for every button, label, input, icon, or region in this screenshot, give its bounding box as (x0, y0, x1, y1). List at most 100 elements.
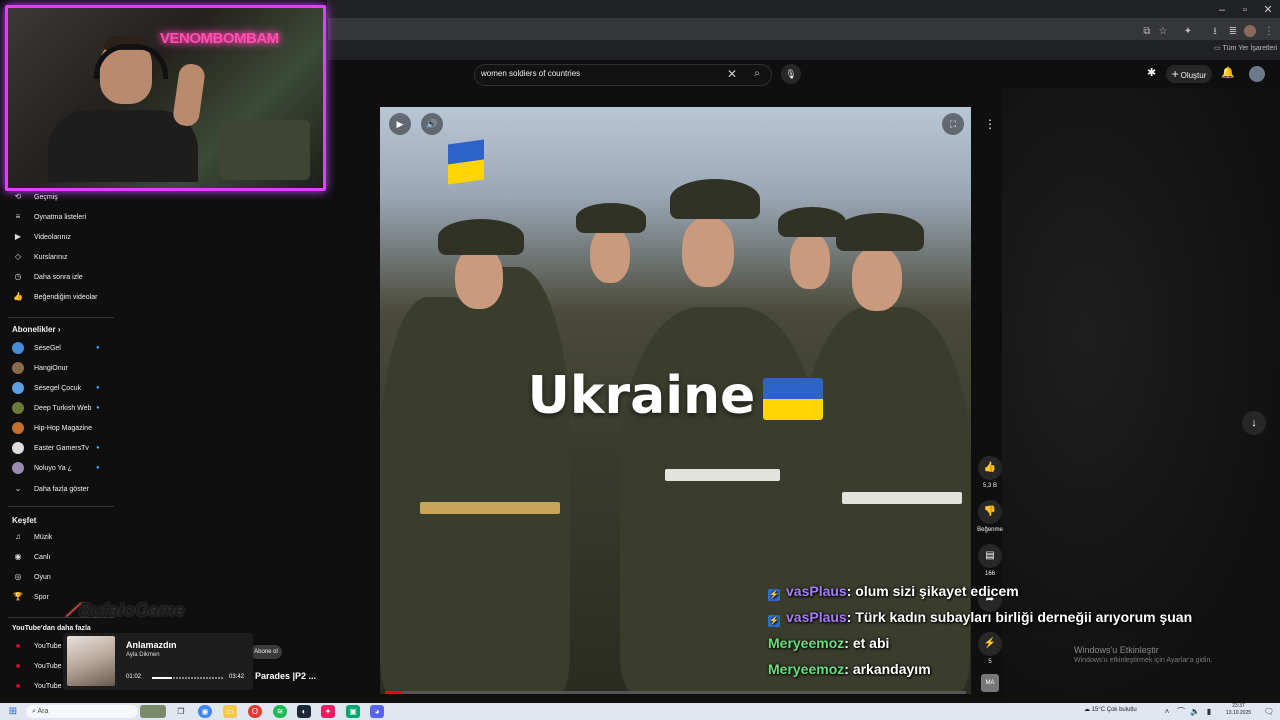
song-title: Anlamazdın (126, 640, 177, 650)
more-options-icon[interactable]: ⋮ (979, 113, 1001, 135)
channel-name: SeseGel (34, 345, 61, 352)
dislike-button[interactable]: 👎 (978, 500, 1002, 524)
chat-username: Meryeemoz (768, 661, 845, 677)
bookmark-star-icon[interactable]: ☆ (1156, 25, 1170, 39)
ukraine-flag (448, 139, 484, 185)
chat-message: ⚡ vasPlaus: Türk kadın subayları birliği … (768, 609, 1192, 627)
windows-start-icon[interactable]: ⊞ (6, 705, 20, 718)
sports-icon: 🏆 (13, 592, 23, 601)
sidebar-item[interactable]: 🏆 Spor (12, 589, 49, 605)
liked-icon: 👍 (13, 292, 23, 301)
subscription-item[interactable]: Noluyo Ya ¿ (12, 461, 72, 477)
account-avatar[interactable] (1249, 66, 1265, 82)
search-icon[interactable]: ⌕ (748, 64, 766, 84)
spotify-icon[interactable]: ≋ (273, 705, 287, 718)
notification-center-icon[interactable]: 🗨 (1262, 705, 1276, 718)
cast-icon[interactable]: ⧉ (1140, 25, 1154, 39)
windows-activation-title: Windows'u Etkinleştir (1074, 645, 1159, 655)
sidebar-item[interactable]: ◉ Canlı (12, 549, 51, 565)
sidebar-item-label: Videolarınız (34, 234, 71, 241)
comments-button[interactable]: ▤ (978, 544, 1002, 568)
sidebar-item[interactable]: ♫ Müzik (12, 529, 52, 545)
soldier-belt (665, 469, 780, 481)
subscription-item[interactable]: Sesegel Çocuk (12, 381, 81, 397)
studio-icon[interactable]: ✱ (1147, 66, 1156, 79)
like-button[interactable]: 👍 (978, 456, 1002, 480)
network-icon[interactable]: ⌒ (1174, 705, 1188, 718)
sidebar-item-label: Spor (34, 594, 49, 601)
chevron-right-icon: › (57, 325, 61, 334)
notifications-bell-icon[interactable]: 🔔 (1221, 66, 1235, 79)
sidebar-item[interactable]: ● YouTube (12, 658, 62, 674)
sound-thumbnail[interactable]: MA (981, 674, 999, 692)
sidebar-item[interactable]: ● YouTube (12, 638, 62, 654)
minimize-button[interactable]: – (1211, 2, 1233, 18)
search-input[interactable]: women soldiers of countries (481, 69, 580, 78)
subscription-item[interactable]: SeseGel (12, 341, 61, 357)
ukraine-flag-emoji (763, 378, 824, 420)
show-more-button[interactable]: ⌄ Daha fazla göster (12, 481, 89, 497)
video-progress-bar[interactable] (385, 691, 966, 694)
fullscreen-icon[interactable]: ⛶ (942, 113, 964, 135)
maximize-button[interactable]: ▫ (1234, 2, 1256, 18)
comment-count: 166 (984, 571, 995, 577)
cloud-icon: ☁ (1084, 707, 1092, 713)
close-window-button[interactable]: ✕ (1257, 2, 1279, 18)
your-videos-icon: ▶ (14, 232, 22, 241)
chrome-icon[interactable]: ◉ (198, 705, 212, 718)
volume-icon[interactable]: 🔊 (421, 113, 443, 135)
sidebar-item-label: Oynatma listeleri (34, 214, 87, 221)
download-icon[interactable]: ⭳ (1208, 25, 1222, 39)
arrow-down-icon[interactable]: ↓ (1242, 411, 1266, 435)
tab-strip (328, 18, 1280, 40)
sidebar-item[interactable]: ◎ Oyun (12, 569, 51, 585)
sidebar-item[interactable]: ● YouTube (12, 678, 62, 694)
search-highlight-icon[interactable] (140, 705, 166, 718)
play-icon[interactable]: ▶ (389, 113, 411, 135)
reading-list-icon[interactable]: ≣ (1226, 25, 1240, 39)
opera-icon[interactable]: O (248, 705, 262, 718)
soldier-figure (440, 267, 570, 694)
subscription-item[interactable]: Easter GamersTv (12, 441, 89, 457)
microphone-icon[interactable]: 🎙 (781, 64, 801, 84)
subscription-item[interactable]: HangiOnur (12, 361, 68, 377)
new-content-dot-icon: ● (96, 345, 100, 351)
sidebar-item[interactable]: 👍 Beğendiğim videolar (12, 289, 97, 305)
channel-avatar (12, 382, 24, 395)
sidebar-item[interactable]: ≡ Oynatma listeleri (12, 209, 86, 225)
subscription-item[interactable]: Deep Turkish Web (12, 401, 91, 417)
steam-icon[interactable]: ◐ (297, 705, 311, 718)
subscriptions-title[interactable]: Abonelikler › (12, 325, 60, 334)
subscription-item[interactable]: Hip-Hop Magazine (12, 421, 92, 437)
app-icon[interactable]: ▣ (346, 705, 360, 718)
subscribe-chip[interactable]: Abone ol (250, 645, 282, 659)
sidebar-item[interactable]: ◷ Daha sonra izle (12, 269, 83, 285)
gaming-icon: ◎ (14, 572, 22, 581)
weather-widget[interactable]: ☁ 15°C Çok bulutlu (1084, 706, 1137, 713)
file-explorer-icon[interactable]: ▭ (223, 705, 237, 718)
task-view-icon[interactable]: ❐ (174, 705, 188, 718)
channel-avatar (12, 462, 24, 475)
channel-name: Sesegel Çocuk (34, 385, 82, 392)
all-bookmarks-label: Tüm Yer İşaretleri (1222, 45, 1278, 52)
sidebar-item-label: YouTube (34, 663, 62, 670)
battery-icon[interactable]: ▮ (1202, 705, 1216, 718)
clock[interactable]: 23:37 13.10.2025 (1226, 703, 1251, 717)
remix-button[interactable]: ⚡ (978, 632, 1002, 656)
speaker-icon[interactable]: 🔈 (1188, 705, 1202, 718)
sidebar-item-label: Müzik (34, 534, 53, 541)
discord-icon[interactable]: ◕ (370, 705, 384, 718)
profile-icon[interactable] (1244, 25, 1256, 37)
extensions-icon[interactable]: ✦ (1181, 25, 1195, 39)
sidebar-item[interactable]: ◇ Kurslarınız (12, 249, 68, 265)
sidebar-item[interactable]: ⟲ Geçmiş (12, 189, 58, 205)
taskbar-search[interactable]: ⌕ Ara (26, 705, 138, 718)
create-button[interactable]: + Oluştur (1166, 65, 1212, 83)
show-hidden-icons[interactable]: ˄ (1160, 705, 1174, 718)
chat-text: : arkandayım (844, 661, 931, 677)
clear-search-icon[interactable]: ✕ (727, 67, 737, 81)
sidebar-item[interactable]: ▶ Videolarınız (12, 229, 71, 245)
all-bookmarks-link[interactable]: ▭ Tüm Yer İşaretleri (1214, 44, 1277, 52)
browser-menu-icon[interactable]: ⋮ (1262, 25, 1276, 39)
app-icon[interactable]: ✦ (321, 705, 335, 718)
